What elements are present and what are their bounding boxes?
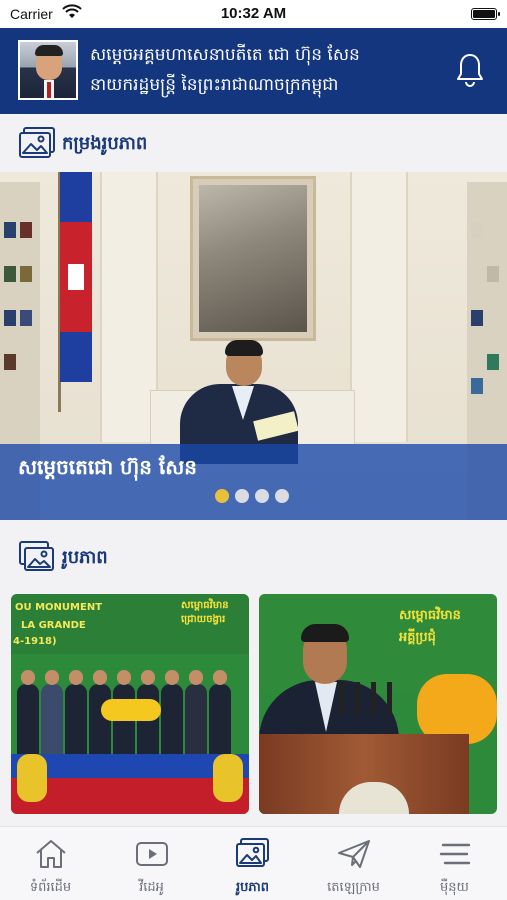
banner-text: ជ្រោយចង្វារ xyxy=(181,614,226,625)
status-bar: Carrier 10:32 AM xyxy=(0,0,507,28)
slide-dot[interactable] xyxy=(275,489,289,503)
framed-portrait xyxy=(190,176,316,341)
photo-card[interactable]: OU MONUMENT LA GRANDE 4-1918) សម្ពោធវិមា… xyxy=(11,594,249,814)
banner-text: LA GRANDE xyxy=(21,620,86,631)
tab-telegram-label: តេឡេក្រាម xyxy=(327,880,380,895)
telegram-send-icon xyxy=(338,840,370,868)
gallery-section-title: កម្រងរូបភាព xyxy=(62,133,148,154)
pillar xyxy=(350,172,408,442)
tab-menu[interactable]: ម៉ឺនុយ xyxy=(404,827,505,900)
clock: 10:32 AM xyxy=(220,5,287,22)
header-title-line2: នាយករដ្ឋមន្ត្រី នៃព្រះរាជាណាចក្រកម្ពុជា xyxy=(90,75,339,95)
app-header: សម្តេចអគ្គមហាសេនាបតីតេ ជោ ហ៊ុន សែន នាយករ… xyxy=(0,28,507,114)
gallery-section-header: កម្រងរូបភាព xyxy=(0,114,507,172)
tab-photos[interactable]: រូបភាព xyxy=(202,827,303,900)
video-play-icon xyxy=(136,842,168,866)
home-icon xyxy=(36,840,66,868)
tab-home-label: ទំព័រដើម xyxy=(29,880,72,895)
slide-caption: សម្តេចតេជោ ហ៊ុន សែន xyxy=(18,455,197,479)
battery-icon xyxy=(471,8,500,20)
tab-photos-label: រូបភាព xyxy=(235,880,269,895)
banner-text: 4-1918) xyxy=(13,636,57,647)
header-title: សម្តេចអគ្គមហាសេនាបតីតេ ជោ ហ៊ុន សែន នាយករ… xyxy=(90,40,420,100)
tab-video-label: វីដេអូ xyxy=(139,880,164,895)
photos-section-header: រូបភាព xyxy=(0,528,507,586)
slide-dot[interactable] xyxy=(215,489,229,503)
slide-dot[interactable] xyxy=(255,489,269,503)
banner-text: សម្ពោធវិមាន xyxy=(399,608,461,623)
photo-grid: OU MONUMENT LA GRANDE 4-1918) សម្ពោធវិមា… xyxy=(0,594,507,826)
bell-icon[interactable] xyxy=(455,52,485,88)
banner-text: អគ្គីប្រជុំ xyxy=(399,630,436,645)
avatar xyxy=(18,40,78,100)
slide-indicator[interactable] xyxy=(215,489,289,503)
bottom-tab-bar: ទំព័រដើម វីដេអូ រូបភាព តេឡេក្រាម ម៉ឺនុយ xyxy=(0,826,507,900)
banner-text: OU MONUMENT xyxy=(15,602,103,613)
featured-slider[interactable]: សម្តេចតេជោ ហ៊ុន សែន xyxy=(0,172,507,520)
cambodia-flag xyxy=(60,172,92,382)
image-icon xyxy=(236,838,269,867)
tab-home[interactable]: ទំព័រដើម xyxy=(0,827,101,900)
tab-menu-label: ម៉ឺនុយ xyxy=(440,880,469,895)
photo-stack-icon xyxy=(19,541,54,571)
tab-video[interactable]: វីដេអូ xyxy=(101,827,202,900)
tab-telegram[interactable]: តេឡេក្រាម xyxy=(303,827,404,900)
header-title-line1: សម្តេចអគ្គមហាសេនាបតីតេ ជោ ហ៊ុន សែន xyxy=(90,45,360,65)
menu-icon xyxy=(439,843,471,865)
photo-card[interactable]: សម្ពោធវិមាន អគ្គីប្រជុំ xyxy=(259,594,497,814)
image-gallery-icon xyxy=(19,127,55,158)
banner-text: សម្ពោធវិមាន xyxy=(181,600,229,611)
slide-dot[interactable] xyxy=(235,489,249,503)
photos-section-title: រូបភាព xyxy=(62,547,108,568)
